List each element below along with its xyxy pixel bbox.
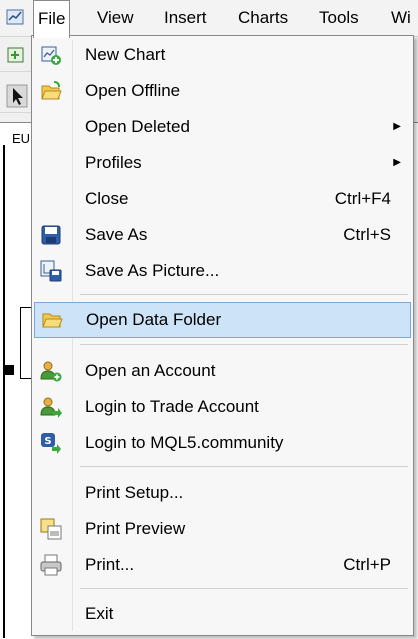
menu-item-label: Login to MQL5.community	[85, 433, 284, 452]
menu-separator	[80, 588, 408, 589]
submenu-arrow-icon: ▶	[393, 121, 401, 132]
menu-item-exit[interactable]: Exit	[34, 597, 411, 631]
menu-item-label: Print Setup...	[85, 483, 184, 502]
cursor-icon[interactable]	[6, 84, 28, 108]
data-folder-icon	[42, 313, 63, 328]
menu-item-profiles[interactable]: Profiles ▶	[34, 146, 411, 180]
menu-item-new-chart[interactable]: New Chart	[34, 38, 411, 72]
menu-file[interactable]: File	[33, 0, 71, 38]
chart-symbol-label: EU	[12, 131, 31, 146]
menu-item-label: Print...	[85, 555, 135, 574]
menu-item-label: Login to Trade Account	[85, 397, 259, 416]
mql5-login-icon: S	[41, 433, 61, 454]
chart-marker	[4, 365, 14, 375]
menu-item-print-setup[interactable]: Print Setup...	[34, 476, 411, 510]
menu-insert[interactable]: Insert	[160, 0, 211, 36]
menu-window[interactable]: Wi	[387, 0, 415, 36]
menu-item-open-data-folder[interactable]: Open Data Folder	[34, 302, 411, 338]
menu-item-login-trade-account[interactable]: Login to Trade Account	[34, 390, 411, 424]
menu-item-save-as[interactable]: Save As Ctrl+S	[34, 218, 411, 252]
menu-separator	[80, 466, 408, 467]
menu-separator	[80, 294, 408, 295]
save-picture-icon	[40, 260, 62, 282]
menu-item-login-mql5[interactable]: S Login to MQL5.community	[34, 426, 411, 460]
menu-item-label: Print Preview	[85, 519, 186, 538]
chart-candle	[20, 307, 31, 379]
menu-item-shortcut: Ctrl+P	[343, 555, 391, 574]
printer-icon	[40, 554, 62, 576]
menu-item-print-preview[interactable]: Print Preview	[34, 512, 411, 546]
print-preview-icon	[40, 518, 62, 540]
app-chart-icon[interactable]	[6, 8, 24, 26]
menu-item-open-account[interactable]: Open an Account	[34, 354, 411, 388]
menu-separator	[80, 344, 408, 345]
menu-item-label: Save As Picture...	[85, 261, 220, 280]
toolbar-row-2	[0, 78, 32, 113]
new-chart-icon	[41, 46, 61, 65]
login-account-icon	[40, 397, 62, 418]
chart-frame-line	[3, 145, 5, 638]
menu-item-close[interactable]: Close Ctrl+F4	[34, 182, 411, 216]
submenu-arrow-icon: ▶	[393, 157, 401, 168]
menu-item-shortcut: Ctrl+S	[343, 225, 391, 244]
new-chart-toolbar-icon[interactable]	[6, 45, 26, 65]
menu-item-label: Open Offline	[85, 81, 181, 100]
menu-item-label: Exit	[85, 604, 114, 623]
menu-item-save-as-picture[interactable]: Save As Picture...	[34, 254, 411, 288]
open-folder-icon	[41, 81, 62, 100]
menu-item-shortcut: Ctrl+F4	[334, 189, 391, 208]
menu-item-label: Save As	[85, 225, 148, 244]
add-account-icon	[40, 361, 62, 382]
menu-view[interactable]: View	[93, 0, 138, 36]
menu-item-label: Open an Account	[85, 361, 216, 380]
toolbar-row-1	[0, 37, 32, 72]
menu-item-label: Profiles	[85, 153, 142, 172]
menu-item-label: New Chart	[85, 45, 166, 64]
file-menu-dropdown: New Chart Open Offline Open Deleted ▶ Pr…	[31, 35, 414, 636]
menu-bar: File View Insert Charts Tools Wi	[0, 0, 418, 38]
menu-tools[interactable]: Tools	[315, 0, 363, 36]
menu-item-label: Close	[85, 189, 129, 208]
menu-item-label: Open Deleted	[85, 117, 190, 136]
menu-item-label: Open Data Folder	[86, 310, 222, 329]
menu-item-open-deleted[interactable]: Open Deleted ▶	[34, 110, 411, 144]
menu-charts[interactable]: Charts	[234, 0, 292, 36]
save-icon	[41, 225, 61, 245]
menu-item-print[interactable]: Print... Ctrl+P	[34, 548, 411, 582]
menu-item-open-offline[interactable]: Open Offline	[34, 74, 411, 108]
svg-text:S: S	[44, 436, 51, 447]
